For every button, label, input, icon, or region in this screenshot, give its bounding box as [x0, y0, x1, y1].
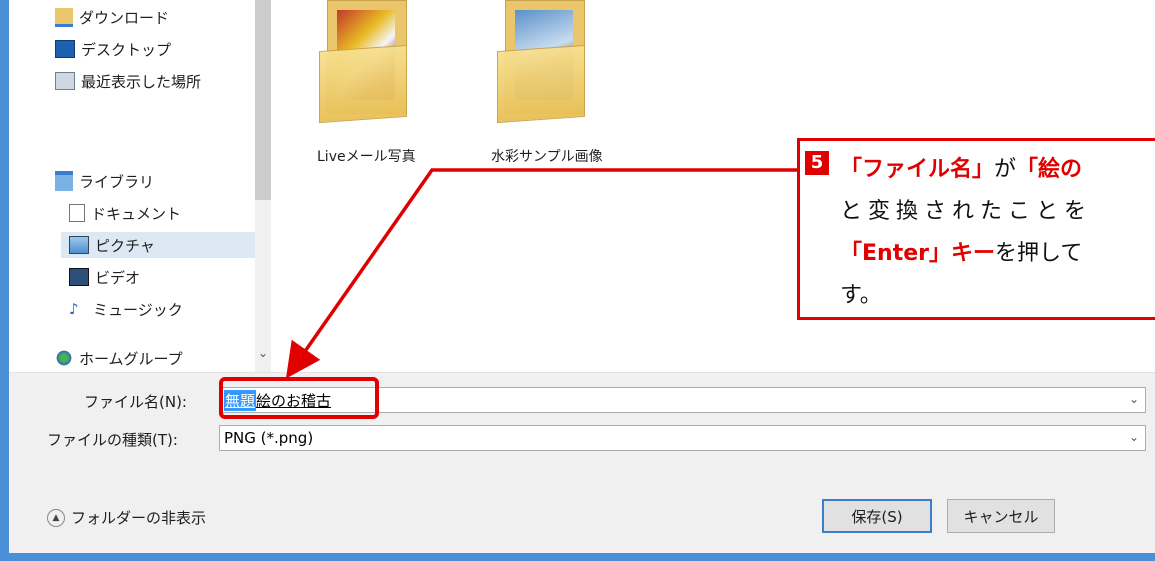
- callout-term: 「絵の: [1016, 157, 1083, 182]
- callout-particle: が: [994, 157, 1017, 182]
- picture-icon: [69, 236, 89, 254]
- nav-item-label: ダウンロード: [79, 8, 170, 27]
- nav-item-desktop[interactable]: デスクトップ: [55, 36, 171, 62]
- folder-label: 水彩サンプル画像: [491, 149, 603, 165]
- nav-item-label: ピクチャ: [95, 236, 155, 255]
- nav-item-label: ホームグループ: [79, 349, 183, 368]
- callout-line-1: 「ファイル名」が「絵の: [840, 151, 1082, 183]
- nav-item-label: ミュージック: [93, 300, 183, 319]
- nav-item-library[interactable]: ライブラリ: [55, 168, 154, 194]
- nav-item-label: 最近表示した場所: [81, 72, 202, 91]
- hide-folders-label: フォルダーの非表示: [71, 509, 207, 527]
- chevron-down-icon[interactable]: ⌄: [1129, 430, 1139, 444]
- callout-filename-term: 「ファイル名」: [840, 157, 995, 182]
- callout-line-2: と変換されたことを: [840, 199, 1093, 224]
- chevron-down-icon[interactable]: ⌄: [1129, 392, 1139, 406]
- nav-item-label: ビデオ: [95, 268, 141, 287]
- nav-item-homegroup[interactable]: ホームグループ: [55, 345, 183, 371]
- music-icon: ♪: [69, 300, 79, 318]
- desktop-icon: [55, 40, 75, 58]
- folder-live-mail-photos[interactable]: [319, 0, 409, 124]
- filename-highlight-box: [219, 377, 379, 419]
- video-icon: [69, 268, 89, 286]
- document-icon: [69, 204, 85, 222]
- nav-item-label: ライブラリ: [79, 172, 155, 191]
- homegroup-icon: [55, 350, 73, 366]
- chevron-down-icon[interactable]: ⌄: [255, 346, 271, 362]
- folder-label: Liveメール写真: [317, 149, 416, 165]
- nav-item-pictures[interactable]: ピクチャ: [61, 232, 269, 258]
- cancel-button[interactable]: キャンセル: [947, 499, 1055, 533]
- nav-item-videos[interactable]: ビデオ: [69, 264, 140, 290]
- filetype-label: ファイルの種類(T):: [47, 431, 178, 449]
- filetype-select[interactable]: PNG (*.png) ⌄: [219, 425, 1146, 451]
- library-icon: [55, 171, 73, 191]
- save-button[interactable]: 保存(S): [822, 499, 932, 533]
- recent-places-icon: [55, 72, 75, 90]
- navigation-pane: ダウンロード デスクトップ 最近表示した場所 ライブラリ ドキュメント ピクチャ…: [9, 0, 271, 372]
- nav-item-label: ドキュメント: [91, 204, 182, 223]
- hide-folders-toggle[interactable]: ▲ フォルダーの非表示: [47, 507, 206, 528]
- nav-item-music[interactable]: ♪ ミュージック: [69, 296, 183, 322]
- scroll-thumb[interactable]: [255, 0, 271, 200]
- nav-item-documents[interactable]: ドキュメント: [69, 200, 181, 226]
- chevron-up-icon: ▲: [47, 508, 65, 527]
- filename-label: ファイル名(N):: [84, 393, 187, 411]
- nav-scrollbar[interactable]: ⌄: [255, 0, 271, 372]
- folder-watercolor-samples[interactable]: [497, 0, 587, 124]
- callout-key-term: 「Enter」キー: [840, 241, 995, 266]
- callout-text: を押して: [994, 241, 1083, 266]
- nav-item-downloads[interactable]: ダウンロード: [55, 4, 169, 30]
- step-number: 5: [805, 151, 829, 175]
- instruction-callout: 5 「ファイル名」が「絵の と変換されたことを 「Enter」キーを押して す。: [797, 138, 1155, 320]
- nav-item-label: デスクトップ: [81, 40, 172, 59]
- callout-line-4: す。: [840, 283, 882, 308]
- filetype-value: PNG (*.png): [224, 429, 314, 447]
- nav-item-recent-places[interactable]: 最近表示した場所: [55, 68, 201, 94]
- callout-line-3: 「Enter」キーを押して: [840, 235, 1082, 267]
- download-folder-icon: [55, 7, 73, 27]
